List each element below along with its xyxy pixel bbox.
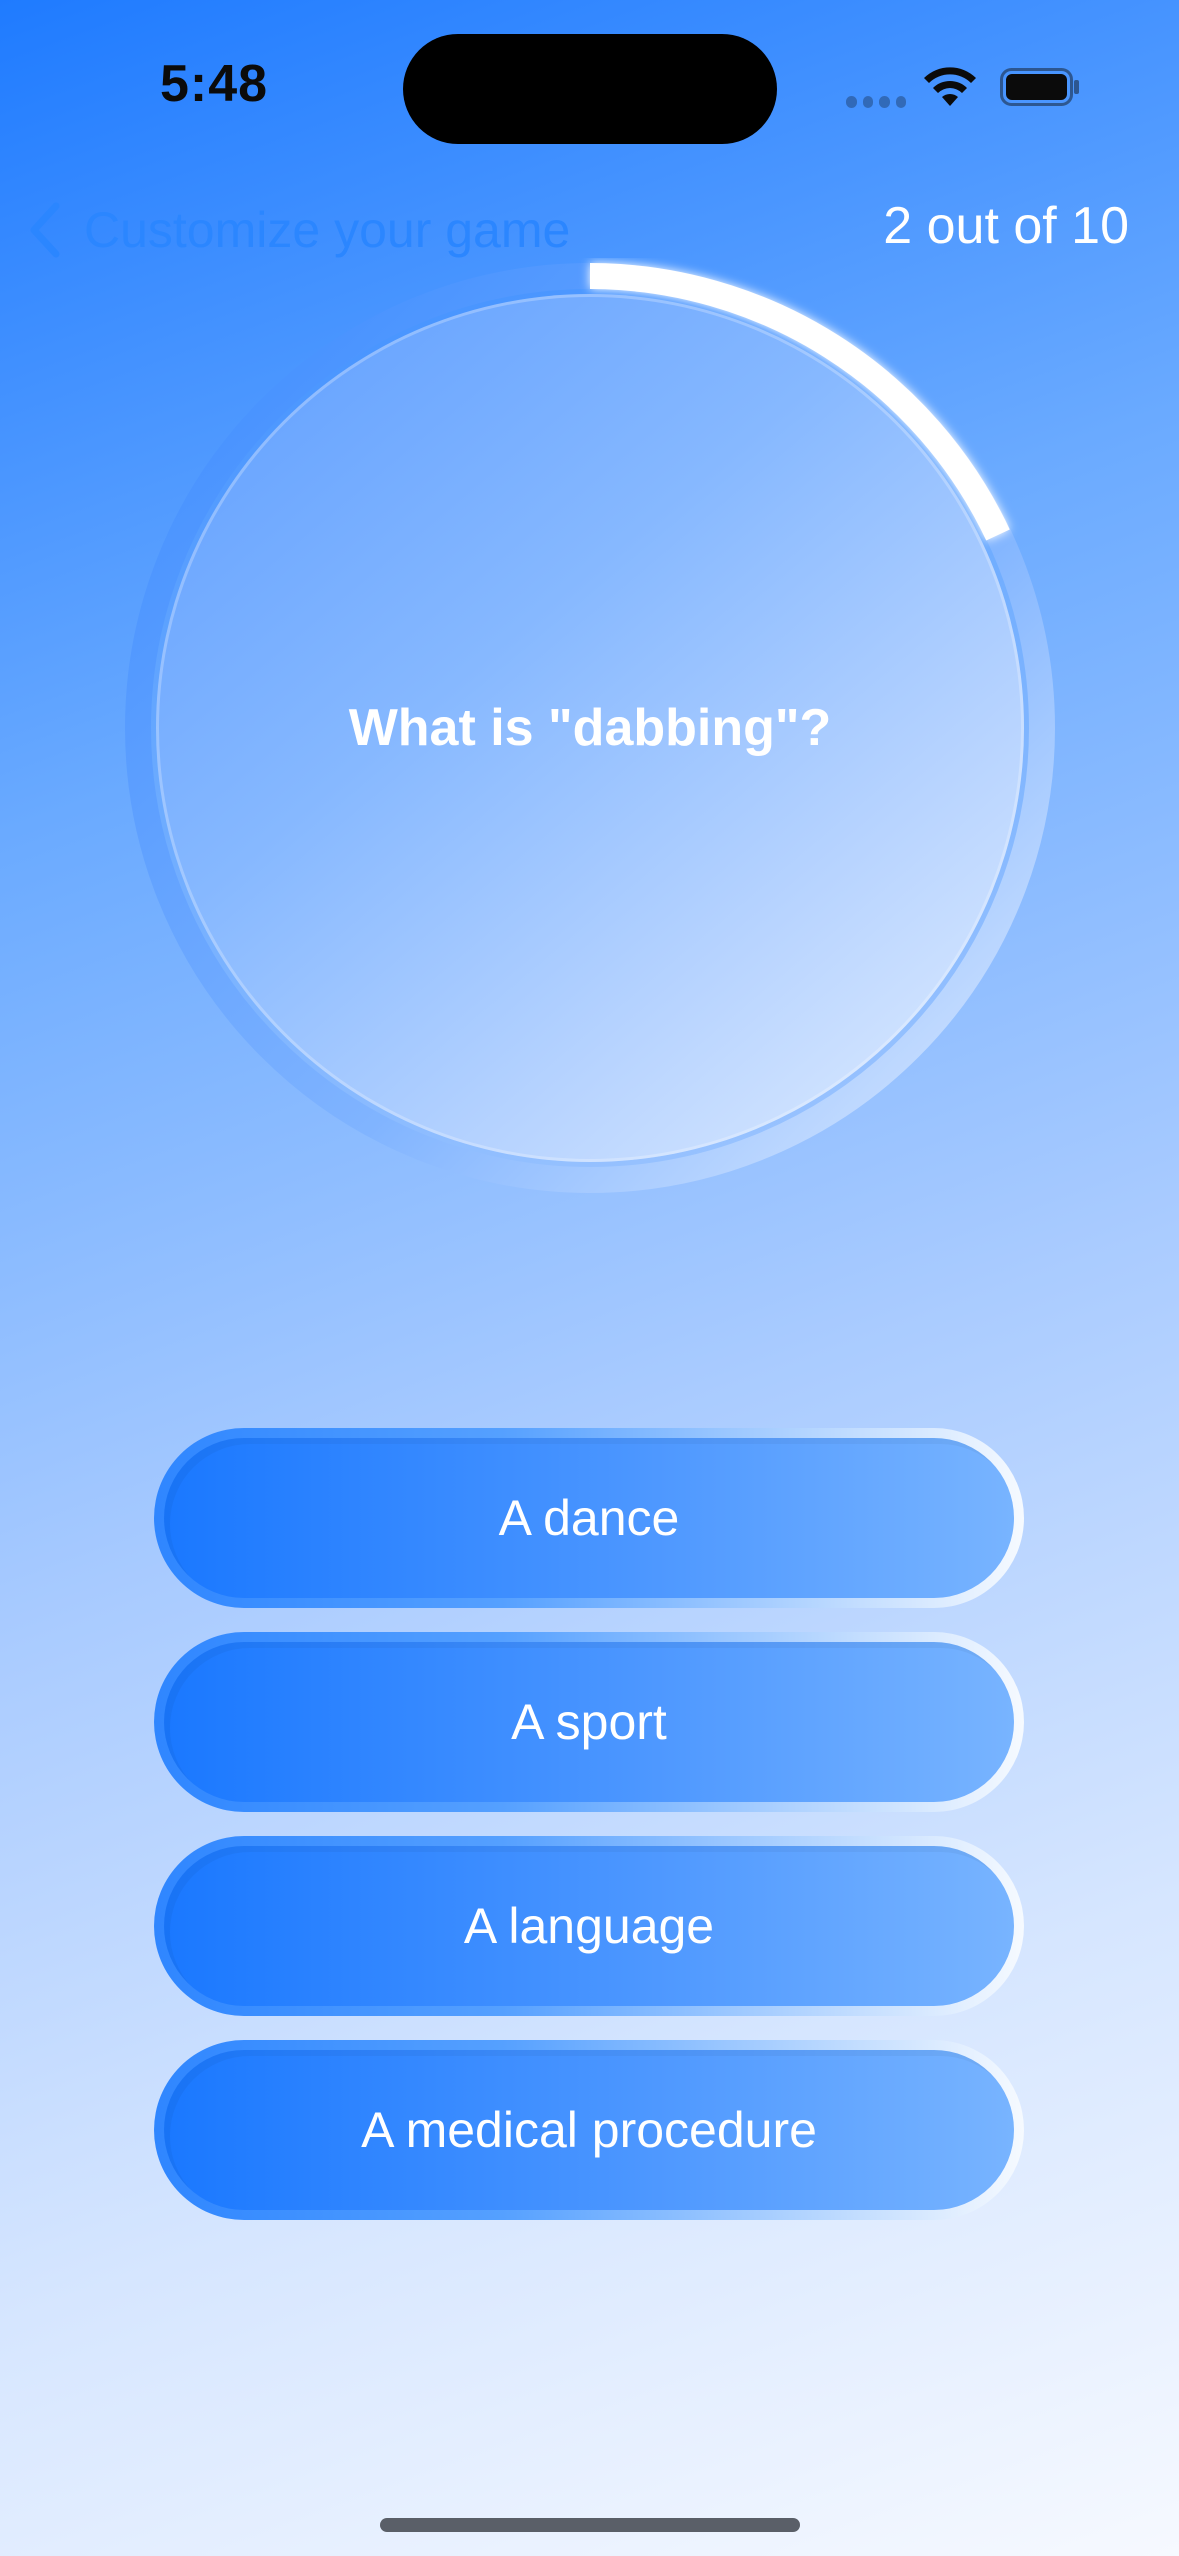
dynamic-island: [403, 34, 777, 144]
answer-button-1[interactable]: A dance: [154, 1428, 1024, 1608]
question-text: What is "dabbing"?: [348, 699, 832, 757]
home-indicator[interactable]: [380, 2518, 800, 2532]
answer-label: A dance: [164, 1438, 1014, 1598]
answer-list: A dance A sport A language A medical pro…: [154, 1428, 1024, 2244]
answer-button-2[interactable]: A sport: [154, 1632, 1024, 1812]
signal-icon: [846, 96, 906, 108]
wifi-icon: [924, 67, 976, 106]
back-chevron-icon: [30, 202, 60, 258]
answer-label: A language: [164, 1846, 1014, 2006]
answer-label: A sport: [164, 1642, 1014, 1802]
status-time: 5:48: [160, 55, 269, 113]
battery-icon: [1000, 68, 1079, 106]
answer-button-3[interactable]: A language: [154, 1836, 1024, 2016]
status-bar: 5:48: [0, 0, 1179, 170]
answer-button-4[interactable]: A medical procedure: [154, 2040, 1024, 2220]
back-button-label: Customize your game: [84, 202, 571, 258]
question-progress: 2 out of 10: [883, 197, 1129, 255]
answer-label: A medical procedure: [164, 2050, 1014, 2210]
